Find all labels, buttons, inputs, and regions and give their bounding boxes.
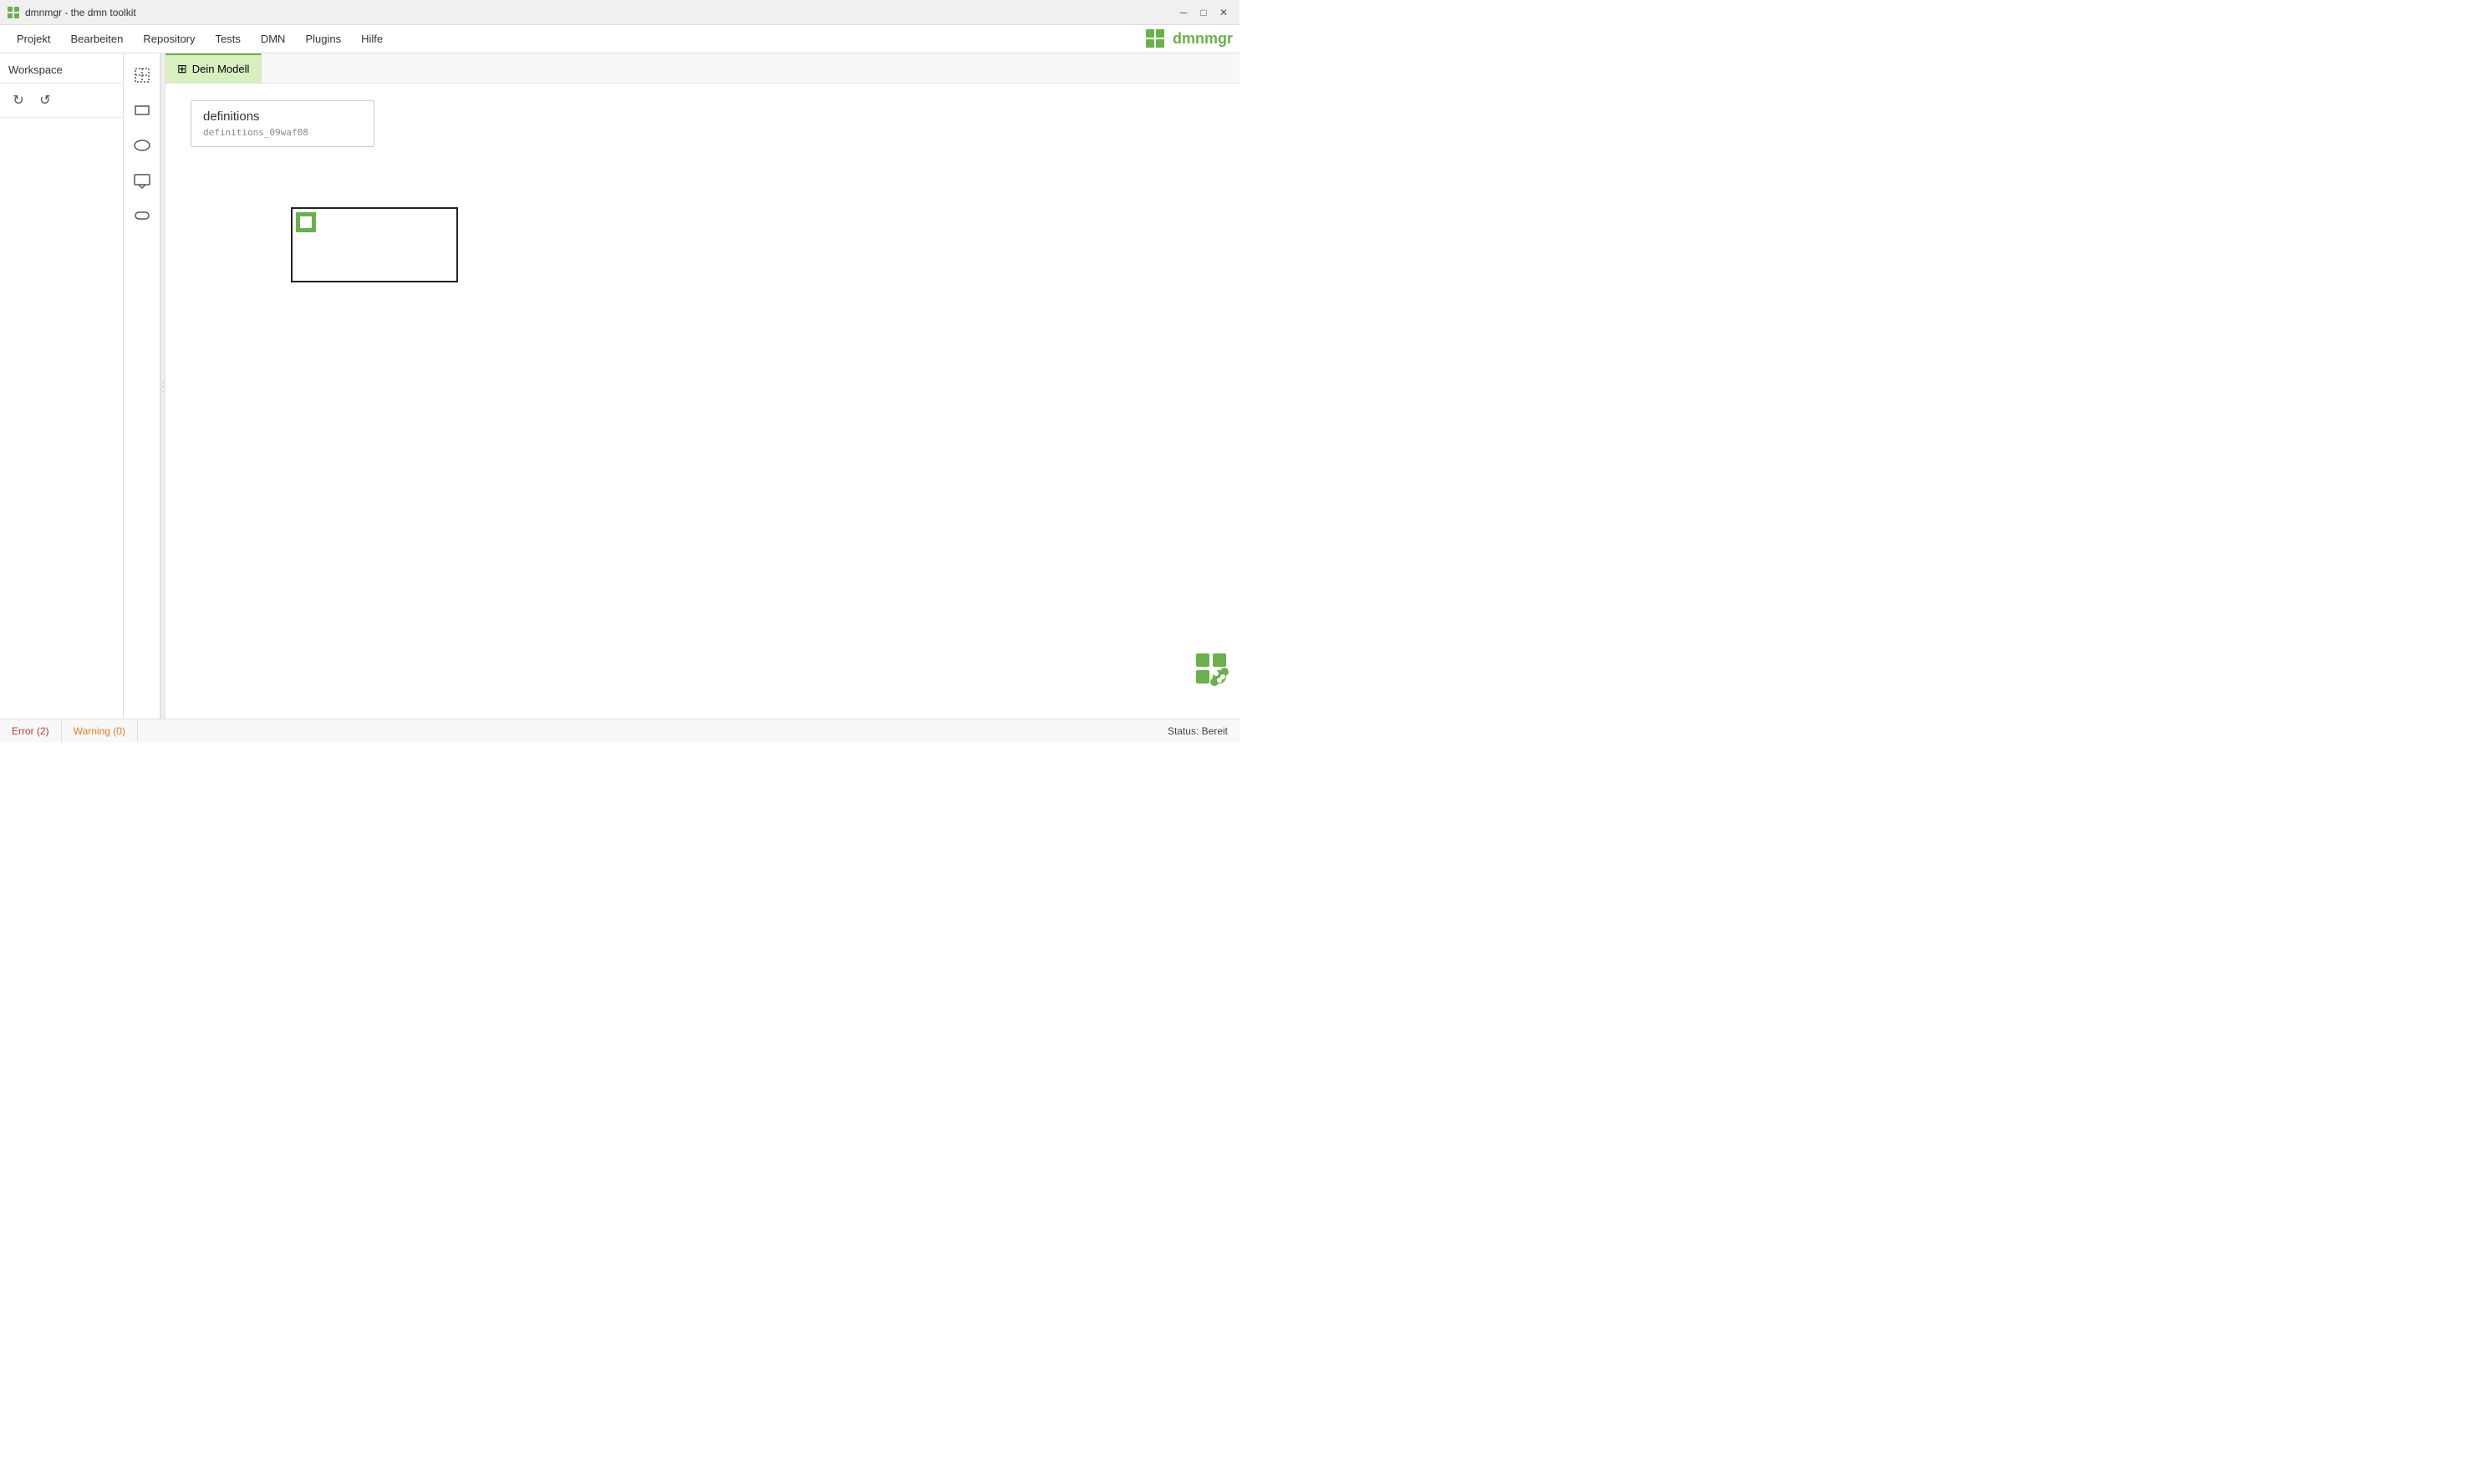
- sidebar: Workspace ↻ ↺: [0, 53, 124, 719]
- tab-grid-icon: ⊞: [177, 62, 187, 76]
- minimize-button[interactable]: ─: [1174, 3, 1193, 22]
- menu-dmn[interactable]: DMN: [251, 28, 296, 50]
- app-icon: [7, 6, 20, 19]
- palette-select-tool[interactable]: [127, 60, 157, 90]
- decision-element[interactable]: [291, 207, 458, 282]
- canvas-wrapper: ⊞ Dein Modell definitions definitions_09…: [165, 53, 1240, 719]
- palette: [124, 53, 160, 719]
- maximize-button[interactable]: □: [1194, 3, 1213, 22]
- definitions-title: definitions: [203, 109, 362, 124]
- menu-bar: Projekt Bearbeiten Repository Tests DMN …: [0, 25, 1240, 53]
- decision-table-icon: [296, 212, 316, 232]
- palette-message-tool[interactable]: [127, 165, 157, 196]
- canvas-tabs: ⊞ Dein Modell: [165, 53, 1240, 84]
- sidebar-header: Workspace: [0, 53, 123, 84]
- status-error[interactable]: Error (2): [0, 719, 62, 742]
- palette-ellipse-tool[interactable]: [127, 130, 157, 160]
- status-ready: Status: Bereit: [1156, 725, 1240, 737]
- definitions-id: definitions_09waf08: [203, 127, 362, 138]
- menu-projekt[interactable]: Projekt: [7, 28, 60, 50]
- menu-plugins[interactable]: Plugins: [295, 28, 351, 50]
- main-layout: Workspace ↻ ↺: [0, 53, 1240, 719]
- canvas-tab-label: Dein Modell: [192, 63, 250, 75]
- menu-repository[interactable]: Repository: [133, 28, 205, 50]
- palette-rectangle-tool[interactable]: [127, 95, 157, 125]
- logo-bottom-right: [1193, 650, 1231, 689]
- brand: dmnmgr: [1144, 28, 1233, 51]
- canvas[interactable]: definitions definitions_09waf08: [165, 84, 1240, 719]
- status-warning[interactable]: Warning (0): [62, 719, 138, 742]
- sidebar-toolbar: ↻ ↺: [0, 84, 123, 118]
- definitions-box[interactable]: definitions definitions_09waf08: [191, 100, 374, 147]
- canvas-tab-model[interactable]: ⊞ Dein Modell: [165, 53, 262, 83]
- title-text: dmnmgr - the dmn toolkit: [25, 7, 136, 18]
- close-button[interactable]: ✕: [1214, 3, 1233, 22]
- brand-icon: [1144, 28, 1168, 51]
- refresh-button[interactable]: ↻: [8, 90, 28, 110]
- title-bar-left: dmnmgr - the dmn toolkit: [7, 6, 136, 19]
- menu-hilfe[interactable]: Hilfe: [351, 28, 393, 50]
- brand-name: dmnmgr: [1173, 30, 1233, 48]
- palette-curved-rect-tool[interactable]: [127, 201, 157, 231]
- window-controls: ─ □ ✕: [1174, 3, 1233, 22]
- reset-button[interactable]: ↺: [35, 90, 55, 110]
- menu-bearbeiten[interactable]: Bearbeiten: [60, 28, 133, 50]
- menu-items: Projekt Bearbeiten Repository Tests DMN …: [7, 28, 393, 50]
- menu-tests[interactable]: Tests: [206, 28, 251, 50]
- status-bar: Error (2) Warning (0) Status: Bereit: [0, 719, 1240, 742]
- title-bar: dmnmgr - the dmn toolkit ─ □ ✕: [0, 0, 1240, 25]
